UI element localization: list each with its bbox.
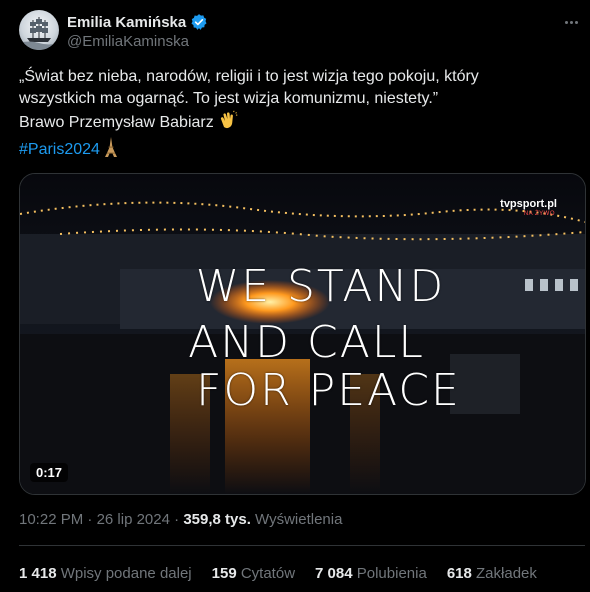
tweet-text: „Świat bez nieba, narodów, religii i to … [19,66,579,164]
quotes-count: 159 [211,565,237,582]
tweet-line-1: „Świat bez nieba, narodów, religii i to … [19,68,479,85]
clapping-hands-icon [218,110,238,137]
tweet-date[interactable]: 26 lip 2024 [97,511,170,528]
hashtag-link[interactable]: #Paris2024 [19,141,100,158]
likes-label: Polubienia [356,565,427,582]
reposts-stat[interactable]: 1 418 Wpisy podane dalej [19,565,192,582]
tweet-line-3: Brawo Przemysław Babiarz [19,110,579,137]
verified-badge-icon[interactable] [190,13,208,31]
tweet-line-3-text: Brawo Przemysław Babiarz [19,114,214,131]
engagement-stats: 1 418 Wpisy podane dalej 159 Cytatów 7 0… [19,565,557,582]
eiffel-tower-icon [104,137,118,164]
quotes-stat[interactable]: 159 Cytatów [212,565,295,582]
tweet-meta: 10:22 PM · 26 lip 2024 · 359,8 tys. Wyśw… [19,511,342,528]
display-name[interactable]: Emilia Kamińska [67,14,186,31]
more-options-icon[interactable] [561,12,581,32]
avatar[interactable] [19,10,59,50]
video-overlay-line-2: AND CALL [188,317,425,368]
tweet-header: Emilia Kamińska @EmiliaKaminska [19,10,585,54]
likes-count: 7 084 [315,565,353,582]
views-count: 359,8 tys. [183,511,251,528]
handle[interactable]: @EmiliaKaminska [67,33,189,50]
sailing-ship-icon [19,17,59,50]
live-label: NA ŻYWO [523,211,555,217]
video-duration: 0:17 [30,463,69,482]
likes-stat[interactable]: 7 084 Polubienia [315,565,427,582]
meta-separator-2: · [174,511,180,528]
tweet-line-2: wszystkich ma ogarnąć. To jest wizja kom… [19,90,439,107]
quotes-label: Cytatów [240,565,296,582]
reposts-label: Wpisy podane dalej [60,565,192,582]
divider [19,545,585,546]
tweet-line-4: #Paris2024 [19,137,579,164]
bookmarks-stat[interactable]: 618 Zakładek [447,565,537,582]
views-label: Wyświetlenia [255,511,343,528]
tweet-time[interactable]: 10:22 PM [19,511,83,528]
bookmarks-label: Zakładek [476,565,537,582]
channel-watermark: tvpsport.pl [500,198,557,210]
meta-separator: · [87,511,93,528]
video-overlay-line-1: WE STAND [195,261,446,312]
reposts-count: 1 418 [19,565,57,582]
video-player[interactable]: WE STAND AND CALL FOR PEACE tvpsport.pl … [19,173,586,495]
bookmarks-count: 618 [446,565,472,582]
video-overlay-line-3: FOR PEACE [196,365,461,416]
